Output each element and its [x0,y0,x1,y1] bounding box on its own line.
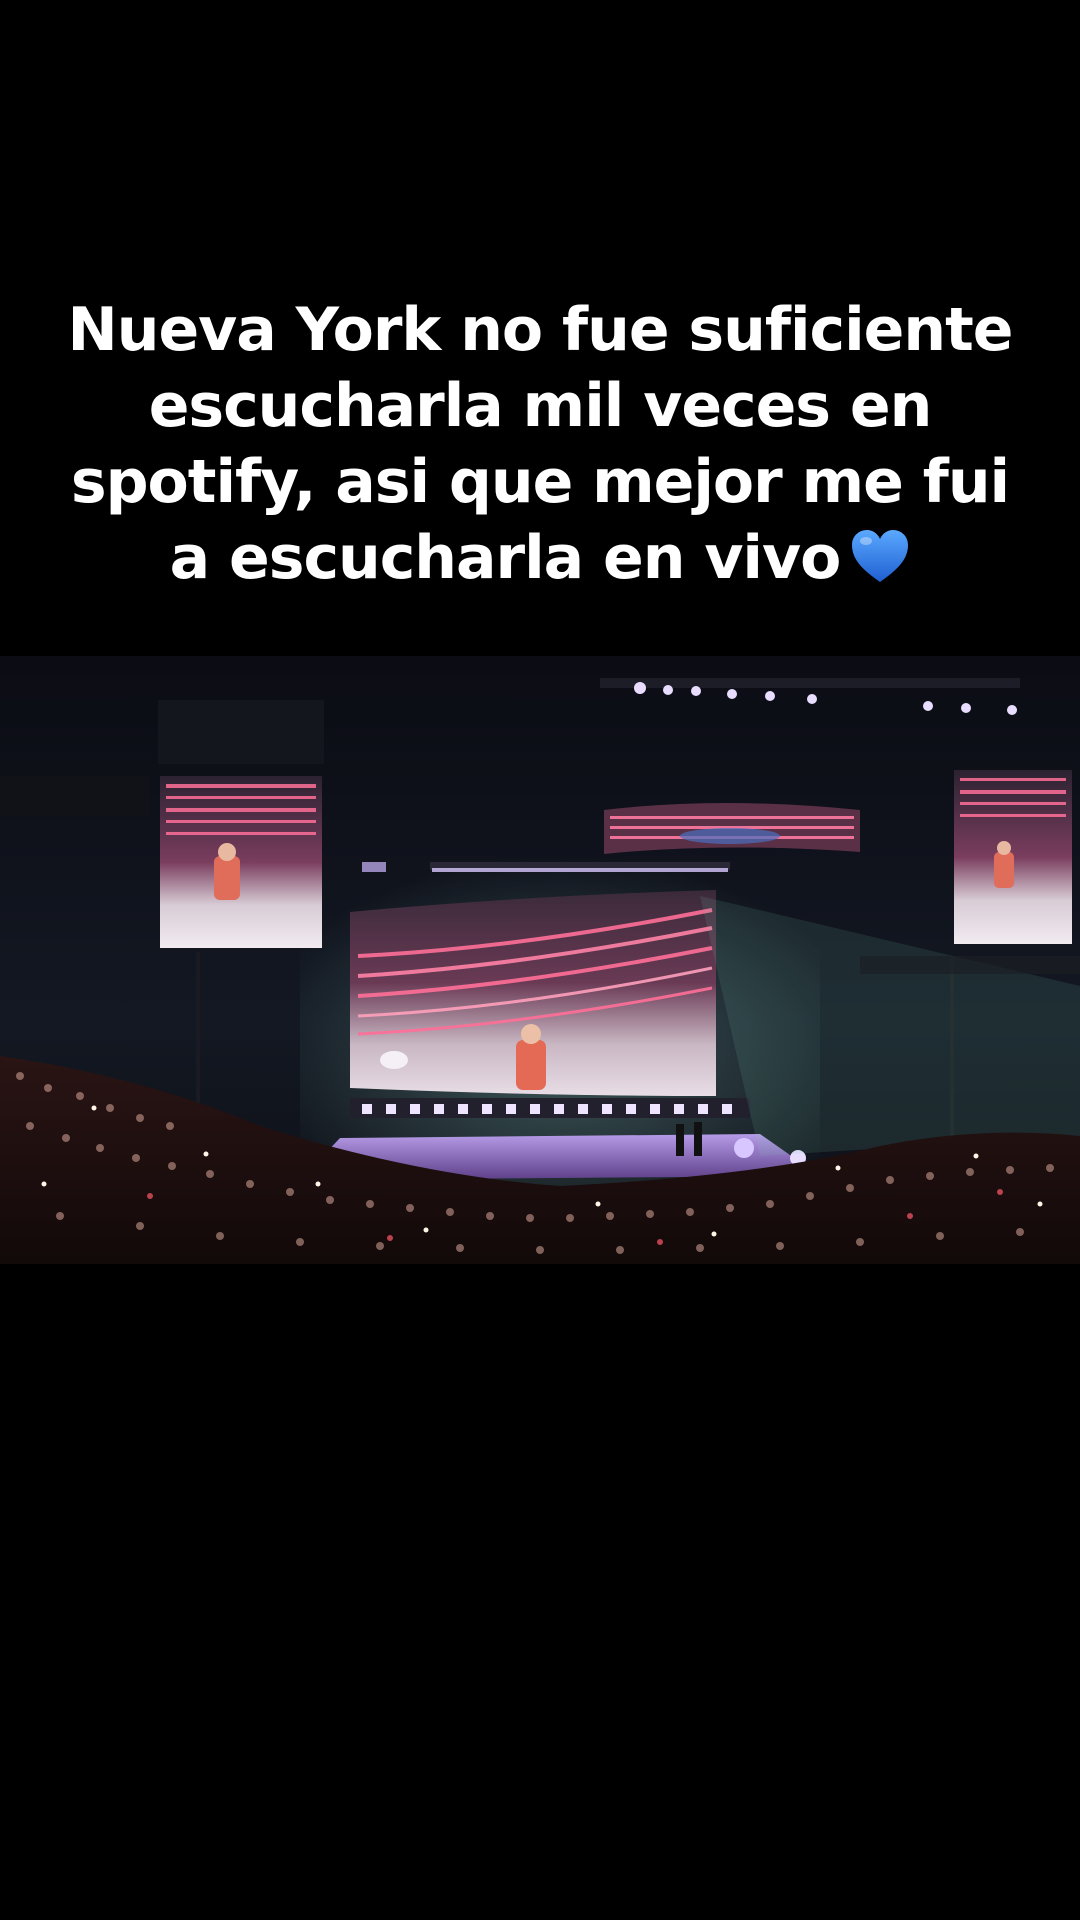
concert-video-frame[interactable] [0,656,1080,1264]
main-stage-screen [350,890,716,1096]
stage-light-row [350,1098,750,1118]
blue-heart-icon [850,526,910,582]
concert-scene [0,656,1080,1264]
video-caption: Nueva York no fue suficiente escucharla … [60,292,1020,596]
upper-banner-screen [604,803,860,854]
